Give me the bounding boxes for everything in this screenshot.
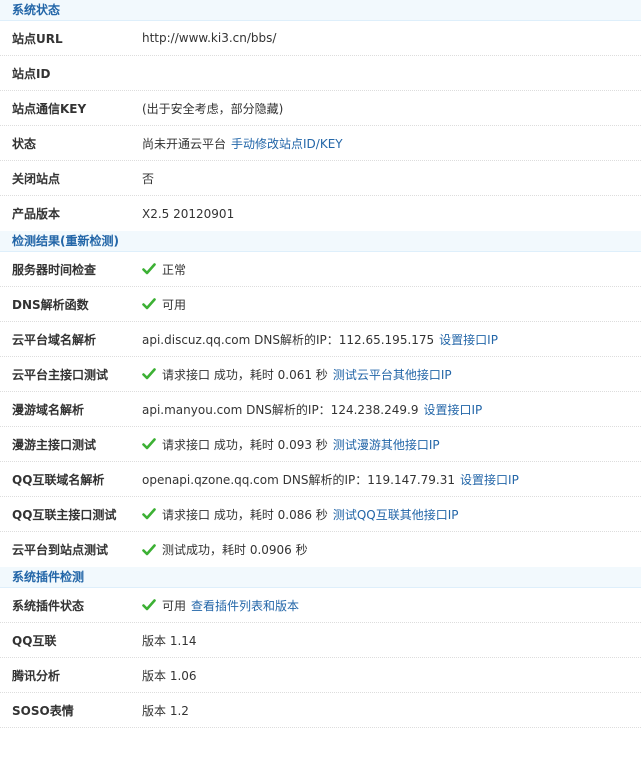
check-text: 正常 bbox=[162, 262, 187, 277]
row-site-id: 站点ID bbox=[0, 56, 641, 91]
row-label: QQ互联 bbox=[12, 633, 57, 648]
row-label: 服务器时间检查 bbox=[12, 262, 97, 277]
row-value: 请求接口 成功，耗时 0.061 秒 测试云平台其他接口IP bbox=[142, 366, 641, 383]
view-plugin-list-link[interactable]: 查看插件列表和版本 bbox=[191, 597, 299, 614]
test-cloud-other-ip-link[interactable]: 测试云平台其他接口IP bbox=[333, 366, 452, 383]
row-label: 漫游域名解析 bbox=[12, 402, 85, 417]
row-value: 请求接口 成功，耗时 0.086 秒 测试QQ互联其他接口IP bbox=[142, 506, 641, 523]
dns-result-text: api.manyou.com DNS解析的IP：124.238.249.9 bbox=[142, 402, 419, 417]
row-label: 腾讯分析 bbox=[12, 668, 61, 683]
check-text: 请求接口 成功，耗时 0.093 秒 bbox=[162, 437, 328, 452]
row-site-url: 站点URL http://www.ki3.cn/bbs/ bbox=[0, 21, 641, 56]
dns-result-text: openapi.qzone.qq.com DNS解析的IP：119.147.79… bbox=[142, 472, 456, 487]
row-label: SOSO表情 bbox=[12, 703, 74, 718]
row-value: X2.5 20120901 bbox=[142, 206, 235, 221]
check-text: 可用 bbox=[162, 297, 187, 312]
row-value: 正常 bbox=[142, 261, 641, 278]
row-site-key: 站点通信KEY (出于安全考虑，部分隐藏) bbox=[0, 91, 641, 126]
row-label: 产品版本 bbox=[12, 207, 61, 221]
row-label: 云平台到站点测试 bbox=[12, 543, 109, 557]
row-label: 站点ID bbox=[12, 66, 51, 81]
check-text: 请求接口 成功，耗时 0.086 秒 bbox=[162, 507, 328, 522]
row-value: api.discuz.qq.com DNS解析的IP：112.65.195.17… bbox=[142, 331, 641, 348]
row-value: 版本 1.14 bbox=[142, 633, 197, 648]
row-cloud-domain: 云平台域名解析 api.discuz.qq.com DNS解析的IP：112.6… bbox=[0, 322, 641, 357]
row-label: DNS解析函数 bbox=[12, 297, 89, 312]
row-label: 云平台主接口测试 bbox=[12, 367, 109, 382]
row-label: 状态 bbox=[12, 136, 37, 151]
row-label: QQ互联主接口测试 bbox=[12, 507, 117, 522]
check-icon bbox=[142, 368, 156, 380]
row-value: 尚未开通云平台 手动修改站点ID/KEY bbox=[142, 135, 641, 152]
row-version: 产品版本 X2.5 20120901 bbox=[0, 196, 641, 231]
check-text: 测试成功，耗时 0.0906 秒 bbox=[162, 543, 308, 557]
check-icon bbox=[142, 508, 156, 520]
row-tencent-analytics: 腾讯分析 版本 1.06 bbox=[0, 658, 641, 693]
row-soso-emotion: SOSO表情 版本 1.2 bbox=[0, 693, 641, 728]
status-text: 尚未开通云平台 bbox=[142, 136, 227, 151]
check-icon bbox=[142, 438, 156, 450]
dns-result-text: api.discuz.qq.com DNS解析的IP：112.65.195.17… bbox=[142, 332, 435, 347]
section-title-prefix: 检测结果( bbox=[12, 234, 66, 248]
row-value: 版本 1.2 bbox=[142, 703, 189, 718]
row-manyou-api: 漫游主接口测试 请求接口 成功，耗时 0.093 秒 测试漫游其他接口IP bbox=[0, 427, 641, 462]
row-server-time: 服务器时间检查 正常 bbox=[0, 252, 641, 287]
row-value: 否 bbox=[142, 171, 155, 186]
set-api-ip-link[interactable]: 设置接口IP bbox=[460, 471, 519, 488]
row-dns-func: DNS解析函数 可用 bbox=[0, 287, 641, 322]
row-status: 状态 尚未开通云平台 手动修改站点ID/KEY bbox=[0, 126, 641, 161]
row-label: 站点URL bbox=[12, 31, 63, 46]
section-title-suffix: ) bbox=[113, 234, 119, 248]
row-value: 可用 bbox=[142, 296, 641, 313]
row-value: openapi.qzone.qq.com DNS解析的IP：119.147.79… bbox=[142, 471, 641, 488]
check-text: 请求接口 成功，耗时 0.061 秒 bbox=[162, 367, 328, 382]
check-icon bbox=[142, 298, 156, 310]
row-value: 测试成功，耗时 0.0906 秒 bbox=[142, 541, 641, 558]
row-label: 系统插件状态 bbox=[12, 598, 85, 613]
row-label: 关闭站点 bbox=[12, 171, 61, 186]
edit-site-id-key-link[interactable]: 手动修改站点ID/KEY bbox=[231, 135, 343, 152]
row-label: QQ互联域名解析 bbox=[12, 472, 105, 487]
test-qq-other-ip-link[interactable]: 测试QQ互联其他接口IP bbox=[333, 506, 459, 523]
recheck-link[interactable]: 重新检测 bbox=[66, 234, 114, 248]
row-cloud-to-site: 云平台到站点测试 测试成功，耗时 0.0906 秒 bbox=[0, 532, 641, 567]
row-qq-domain: QQ互联域名解析 openapi.qzone.qq.com DNS解析的IP：1… bbox=[0, 462, 641, 497]
cloud-diagnostics-panel: 系统状态 站点URL http://www.ki3.cn/bbs/ 站点ID 站… bbox=[0, 0, 641, 764]
row-cloud-api: 云平台主接口测试 请求接口 成功，耗时 0.061 秒 测试云平台其他接口IP bbox=[0, 357, 641, 392]
row-value: 版本 1.06 bbox=[142, 668, 197, 683]
set-api-ip-link[interactable]: 设置接口IP bbox=[423, 401, 482, 418]
check-icon bbox=[142, 599, 156, 611]
row-close-site: 关闭站点 否 bbox=[0, 161, 641, 196]
row-label: 漫游主接口测试 bbox=[12, 437, 97, 452]
check-icon bbox=[142, 543, 156, 555]
row-value: http://www.ki3.cn/bbs/ bbox=[142, 31, 277, 45]
row-qq-api: QQ互联主接口测试 请求接口 成功，耗时 0.086 秒 测试QQ互联其他接口I… bbox=[0, 497, 641, 532]
row-label: 站点通信KEY bbox=[12, 101, 87, 116]
section-header-check-results: 检测结果(重新检测) bbox=[0, 231, 641, 252]
check-text: 可用 bbox=[162, 598, 187, 613]
row-value: 可用 查看插件列表和版本 bbox=[142, 597, 641, 614]
check-icon bbox=[142, 263, 156, 275]
set-api-ip-link[interactable]: 设置接口IP bbox=[439, 331, 498, 348]
row-value: api.manyou.com DNS解析的IP：124.238.249.9 设置… bbox=[142, 401, 641, 418]
section-header-plugin-check: 系统插件检测 bbox=[0, 567, 641, 588]
test-manyou-other-ip-link[interactable]: 测试漫游其他接口IP bbox=[333, 436, 440, 453]
row-value: 请求接口 成功，耗时 0.093 秒 测试漫游其他接口IP bbox=[142, 436, 641, 453]
section-header-system-status: 系统状态 bbox=[0, 0, 641, 21]
row-qq-connect: QQ互联 版本 1.14 bbox=[0, 623, 641, 658]
row-manyou-domain: 漫游域名解析 api.manyou.com DNS解析的IP：124.238.2… bbox=[0, 392, 641, 427]
row-label: 云平台域名解析 bbox=[12, 332, 97, 347]
row-value: (出于安全考虑，部分隐藏) bbox=[142, 101, 284, 116]
row-plugin-status: 系统插件状态 可用 查看插件列表和版本 bbox=[0, 588, 641, 623]
